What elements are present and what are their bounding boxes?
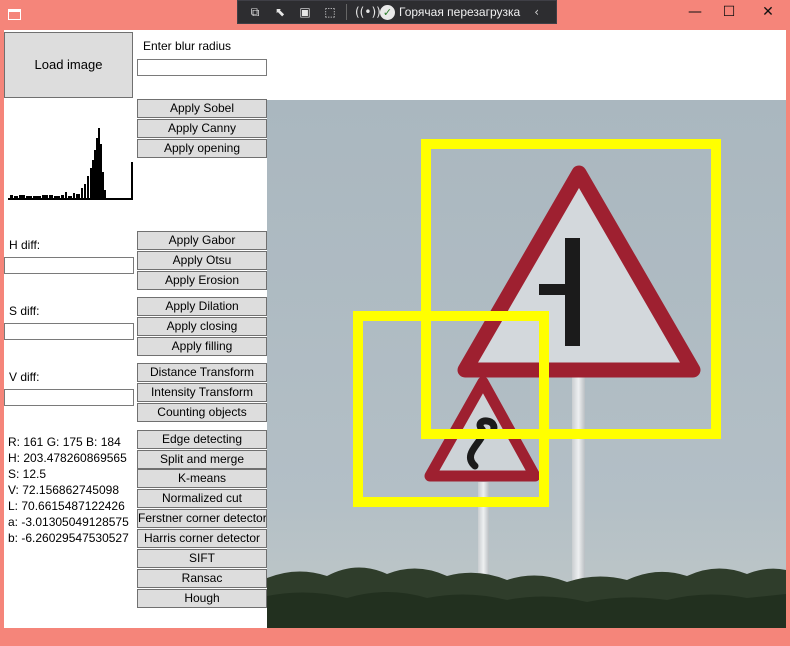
v-diff-input[interactable] [4,389,134,406]
close-button[interactable]: ✕ [746,0,790,26]
load-image-button[interactable]: Load image [4,32,133,98]
rgb-readout: R: 161 G: 175 B: 184 [8,435,121,449]
hot-reload-status-icon[interactable]: ((•)) [355,4,381,20]
select-element-icon[interactable]: ⬉ [271,4,289,20]
live-visual-tree-icon[interactable]: ⧉ [246,4,264,20]
counting-objects-button[interactable]: Counting objects [137,403,267,422]
b-readout: b: -6.26029547530527 [8,531,129,545]
check-icon: ✓ [380,4,395,20]
a-readout: a: -3.01305049128575 [8,515,129,529]
apply-filling-button[interactable]: Apply filling [137,337,267,356]
ransac-button[interactable]: Ransac [137,569,267,588]
collapse-toolbar-icon[interactable]: ‹ [534,5,539,19]
intensity-transform-button[interactable]: Intensity Transform [137,383,267,402]
app-window: — ☐ ✕ ⧉ ⬉ ▣ ⬚ ((•)) ✓ Горячая перезагруз… [0,0,790,646]
distance-transform-button[interactable]: Distance Transform [137,363,267,382]
v-diff-label: V diff: [9,370,40,384]
harris-corner-detector-button[interactable]: Harris corner detector [137,529,267,548]
histogram-chart [8,128,133,200]
apply-sobel-button[interactable]: Apply Sobel [137,99,267,118]
window-controls: — ☐ ✕ [678,0,790,26]
hot-reload-label[interactable]: Горячая перезагрузка [399,5,520,19]
apply-closing-button[interactable]: Apply closing [137,317,267,336]
display-layout-adorners-icon[interactable]: ▣ [296,4,314,20]
s-diff-input[interactable] [4,323,134,340]
apply-otsu-button[interactable]: Apply Otsu [137,251,267,270]
toolbar-separator [346,4,347,20]
apply-opening-button[interactable]: Apply opening [137,139,267,158]
normalized-cut-button[interactable]: Normalized cut [137,489,267,508]
v-readout: V: 72.156862745098 [8,483,119,497]
h-readout: H: 203.478260869565 [8,451,127,465]
color-readouts: R: 161 G: 175 B: 184 H: 203.478260869565… [8,434,129,546]
blur-radius-label: Enter blur radius [143,39,232,53]
apply-canny-button[interactable]: Apply Canny [137,119,267,138]
minimize-button[interactable]: — [678,0,712,26]
h-diff-label: H diff: [9,238,41,252]
s-diff-label: S diff: [9,304,40,318]
track-focused-element-icon[interactable]: ⬚ [321,4,339,20]
window-app-icon [8,9,21,20]
apply-gabor-button[interactable]: Apply Gabor [137,231,267,250]
apply-erosion-button[interactable]: Apply Erosion [137,271,267,290]
hough-button[interactable]: Hough [137,589,267,608]
image-view[interactable] [267,100,786,628]
apply-dilation-button[interactable]: Apply Dilation [137,297,267,316]
maximize-button[interactable]: ☐ [712,0,746,26]
l-readout: L: 70.6615487122426 [8,499,125,513]
ferstner-corner-detector-button[interactable]: Ferstner corner detector [137,509,267,528]
blur-radius-input[interactable] [137,59,267,76]
h-diff-input[interactable] [4,257,134,274]
split-and-merge-button[interactable]: Split and merge [137,450,267,469]
k-means-button[interactable]: K-means [137,469,267,488]
client-area: Load image Enter blur radius H diff: S d… [4,30,786,628]
tree-line [267,567,786,628]
edge-detecting-button[interactable]: Edge detecting [137,430,267,449]
s-readout: S: 12.5 [8,467,47,481]
sift-button[interactable]: SIFT [137,549,267,568]
xaml-debug-toolbar: ⧉ ⬉ ▣ ⬚ ((•)) ✓ Горячая перезагрузка ‹ [237,0,557,24]
